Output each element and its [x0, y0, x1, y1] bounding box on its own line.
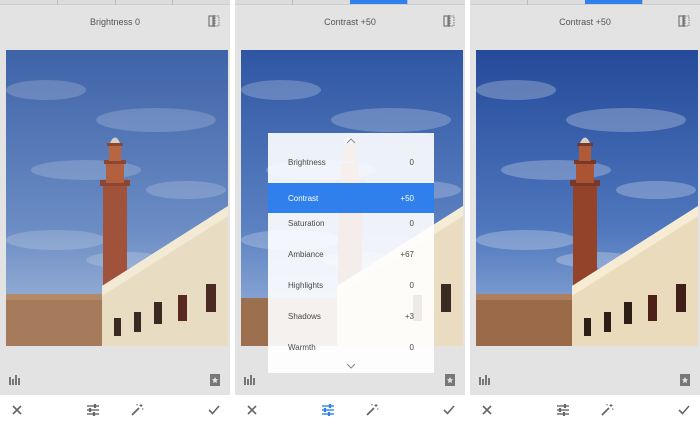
magic-wand-icon[interactable] [365, 403, 379, 417]
adjust-item-value: 0 [409, 219, 414, 228]
bookmark-icon[interactable] [209, 374, 221, 386]
adjust-item-value: 0 [409, 158, 414, 167]
adjust-item-label: Contrast [288, 194, 319, 203]
bottom-toolbar [235, 395, 465, 425]
adjust-item-brightness[interactable]: Brightness 0 [268, 147, 434, 177]
tune-sliders-icon[interactable] [556, 403, 570, 417]
adjust-item-highlights[interactable]: Highlights 0 [268, 270, 434, 300]
editor-panel-contrast-menu: Contrast +50 Brightness 0 Contrast +50 S… [235, 0, 465, 425]
adjust-item-value: 0 [409, 343, 414, 352]
tune-sliders-icon[interactable] [321, 403, 335, 417]
compare-icon[interactable] [208, 15, 220, 27]
slider-fill [585, 0, 642, 4]
adjust-item-value: 0 [409, 281, 414, 290]
adjust-item-value: +50 [400, 194, 414, 203]
adjustment-value-label: Contrast +50 [559, 17, 611, 27]
adjust-item-saturation[interactable]: Saturation 0 [268, 208, 434, 238]
adjust-item-label: Brightness [288, 158, 326, 167]
histogram-icon[interactable] [9, 374, 22, 385]
histogram-icon[interactable] [244, 374, 257, 385]
adjustment-slider[interactable] [0, 0, 230, 5]
adjust-item-warmth[interactable]: Warmth 0 [268, 332, 434, 362]
checkmark-icon[interactable] [677, 403, 691, 417]
slider-fill [350, 0, 407, 4]
checkmark-icon[interactable] [442, 403, 456, 417]
adjustments-menu: Brightness 0 Contrast +50 Saturation 0 A… [268, 133, 434, 373]
adjust-item-label: Shadows [288, 312, 321, 321]
bookmark-icon[interactable] [679, 374, 691, 386]
bottom-toolbar [0, 395, 230, 425]
adjustment-slider[interactable] [470, 0, 700, 5]
photo-preview [6, 50, 228, 346]
close-icon[interactable] [480, 403, 494, 417]
adjust-item-ambiance[interactable]: Ambiance +67 [268, 239, 434, 269]
adjust-item-label: Highlights [288, 281, 324, 290]
adjust-item-label: Ambiance [288, 250, 324, 259]
adjust-item-value: +67 [400, 250, 414, 259]
magic-wand-icon[interactable] [600, 403, 614, 417]
checkmark-icon[interactable] [207, 403, 221, 417]
compare-icon[interactable] [443, 15, 455, 27]
bookmark-icon[interactable] [444, 374, 456, 386]
adjustment-value-label: Brightness 0 [89, 17, 141, 27]
editor-panel-contrast: Contrast +50 [470, 0, 700, 425]
compare-icon[interactable] [678, 15, 690, 27]
close-icon[interactable] [245, 403, 259, 417]
adjust-item-label: Saturation [288, 219, 325, 228]
close-icon[interactable] [10, 403, 24, 417]
adjustment-slider[interactable] [235, 0, 465, 5]
histogram-icon[interactable] [479, 374, 492, 385]
chevron-down-icon[interactable] [268, 360, 434, 372]
bottom-toolbar [470, 395, 700, 425]
magic-wand-icon[interactable] [130, 403, 144, 417]
adjustment-value-label: Contrast +50 [324, 17, 376, 27]
editor-panel-brightness: Brightness 0 [0, 0, 230, 425]
adjust-item-shadows[interactable]: Shadows +3 [268, 301, 434, 331]
adjust-item-value: +3 [404, 312, 414, 321]
tune-sliders-icon[interactable] [86, 403, 100, 417]
photo-preview [476, 50, 698, 346]
adjust-item-label: Warmth [288, 343, 316, 352]
chevron-up-icon[interactable] [268, 135, 434, 147]
